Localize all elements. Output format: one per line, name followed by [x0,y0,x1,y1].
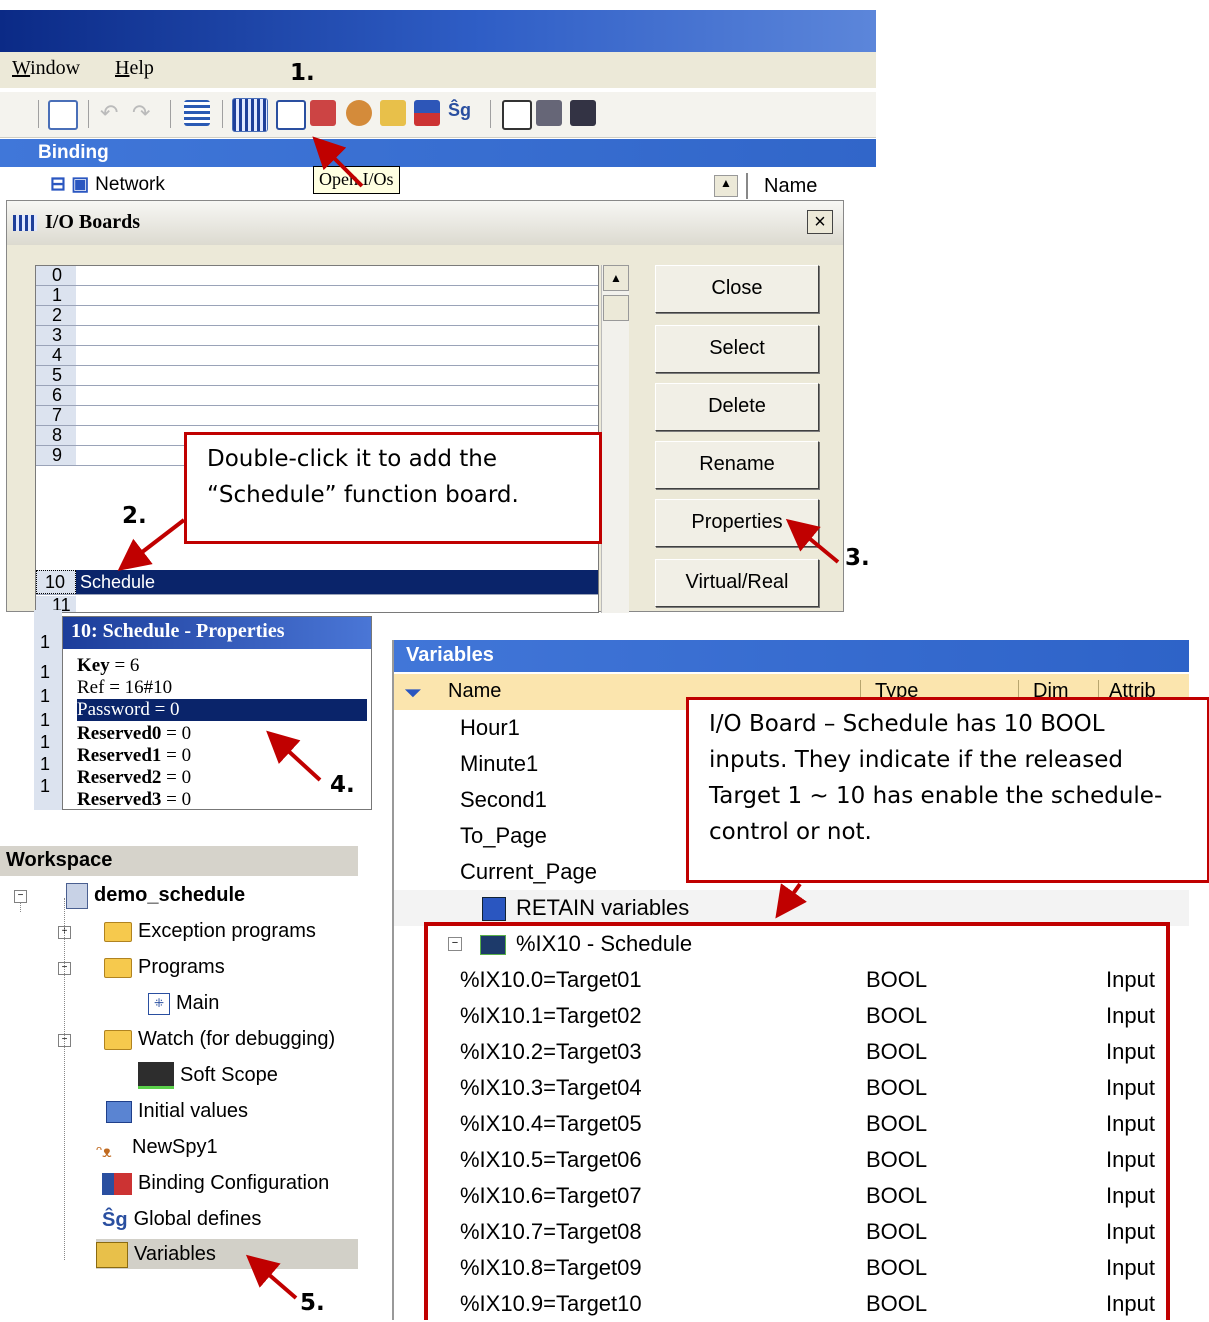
arrow-step-3 [785,518,840,564]
arrow-step-1 [312,136,364,188]
annotation-arrows [117,136,840,1300]
arrow-step-2 [117,518,186,571]
arrow-step-5 [245,1254,298,1300]
arrow-step-4 [266,730,322,782]
arrow-note-2 [775,882,807,919]
